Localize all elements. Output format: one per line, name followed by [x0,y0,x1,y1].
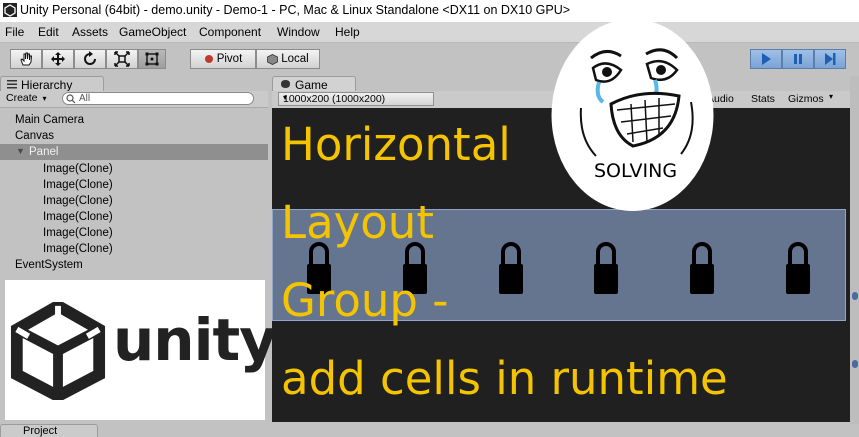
pause-button[interactable] [782,49,814,69]
rotate-icon [84,51,96,65]
menu-window[interactable]: Window [277,25,320,39]
overlay-line-2: Layout [281,196,434,249]
scale-tool-button[interactable] [106,49,138,69]
rect-tool-button[interactable] [138,49,166,69]
hierarchy-toolbar: Create ▾ All [0,91,268,108]
move-tool-button[interactable] [42,49,74,69]
inspector-edge [850,76,859,424]
hierarchy-search-input[interactable]: All [62,92,254,105]
stats-toggle[interactable]: Stats [751,93,775,105]
hierarchy-tab-label: Hierarchy [21,78,73,92]
list-icon [7,80,17,89]
game-tab-label: Game [295,78,328,92]
unity-logo-text: unity [113,306,277,374]
hand-tool-button[interactable] [10,49,42,69]
menu-help[interactable]: Help [335,25,360,39]
hierarchy-item-image-clone[interactable]: Image(Clone) [43,195,113,207]
step-icon [825,53,836,65]
project-tab-label: Project [23,425,58,437]
lock-icon [499,242,523,294]
local-label: Local [281,53,309,65]
lock-icon [786,242,810,294]
create-label: Create [6,92,38,104]
hierarchy-item-image-clone[interactable]: Image(Clone) [43,179,113,191]
scroll-handle[interactable] [852,360,858,368]
tab-project[interactable]: Project [0,424,98,437]
pivot-label: Pivot [216,53,243,65]
pivot-toggle[interactable]: Pivot [190,49,256,69]
gizmos-dropdown[interactable]: Gizmos [788,93,824,105]
move-icon [51,52,65,66]
meme-face-image [551,19,714,211]
pivot-icon [204,55,213,63]
hierarchy-item-canvas[interactable]: Canvas [15,130,54,142]
hierarchy-item-image-clone[interactable]: Image(Clone) [43,227,113,239]
dropdown-arrow-icon: ▾ [42,94,47,103]
create-dropdown[interactable]: Create ▾ [6,92,46,106]
toolbar: Pivot Local [0,43,859,74]
menu-gameobject[interactable]: GameObject [119,25,186,39]
hierarchy-item-eventsystem[interactable]: EventSystem [15,259,83,271]
overlay-line-4: add cells in runtime [281,352,728,405]
search-placeholder: All [79,93,91,104]
meme-caption: SOLVING [594,160,678,182]
menu-file[interactable]: File [5,25,24,39]
lock-icon [690,242,714,294]
menu-edit[interactable]: Edit [38,25,59,39]
hierarchy-item-main-camera[interactable]: Main Camera [15,114,84,126]
dropdown-arrow-icon: ▾ [283,93,288,102]
hierarchy-item-image-clone[interactable]: Image(Clone) [43,163,113,175]
menu-component[interactable]: Component [199,25,261,39]
play-button[interactable] [750,49,782,69]
menu-assets[interactable]: Assets [72,25,108,39]
expand-arrow-icon[interactable]: ▼ [16,146,25,156]
hand-icon [20,52,33,66]
unity-cube-icon [10,302,106,400]
lock-icon [594,242,618,294]
hierarchy-item-panel[interactable]: Panel [29,146,58,158]
scale-icon [114,51,130,67]
game-controller-icon [281,80,290,88]
tab-game[interactable]: Game [272,76,356,92]
window-title: Unity Personal (64bit) - demo.unity - De… [20,3,571,17]
hierarchy-item-image-clone[interactable]: Image(Clone) [43,243,113,255]
menu-bar: File Edit Assets GameObject Component Wi… [0,22,859,43]
pause-icon [794,54,802,64]
tab-hierarchy[interactable]: Hierarchy [0,76,104,92]
overlay-line-3: Group - [281,274,449,327]
search-icon [66,94,76,104]
play-icon [762,53,771,65]
rect-icon [145,52,159,66]
rotate-tool-button[interactable] [74,49,106,69]
resolution-dropdown[interactable]: 1000x200 (1000x200) ▾ [278,92,434,106]
scroll-handle[interactable] [852,292,858,300]
unity-logo: unity [5,280,277,420]
unity-app-icon [3,3,17,17]
dropdown-arrow-icon: ▾ [829,92,834,101]
step-button[interactable] [814,49,846,69]
local-icon [267,53,279,65]
title-bar: Unity Personal (64bit) - demo.unity - De… [0,0,859,22]
local-toggle[interactable]: Local [256,49,320,69]
hierarchy-item-image-clone[interactable]: Image(Clone) [43,211,113,223]
overlay-line-1: Horizontal [281,118,511,171]
